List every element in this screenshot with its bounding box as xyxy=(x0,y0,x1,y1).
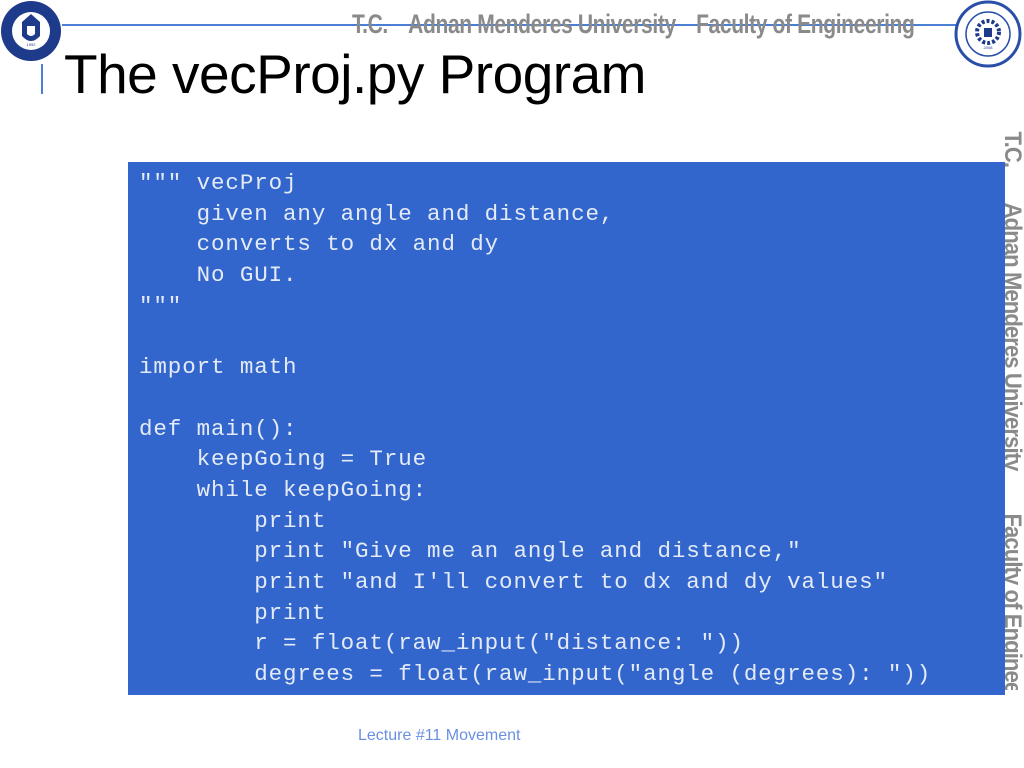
code-line: given any angle and distance, xyxy=(139,200,615,227)
slide-title: The vecProj.py Program xyxy=(64,43,647,105)
engineering-faculty-logo-icon: 2008 xyxy=(954,0,1022,68)
side-banner-faculty: Faculty of Engineering xyxy=(1004,513,1024,690)
institution-banner: T.C. Adnan Menderes University Faculty o… xyxy=(352,4,915,44)
code-line: print xyxy=(139,507,327,534)
code-line: degrees = float(raw_input("angle (degree… xyxy=(139,661,932,687)
code-line: No GUI. xyxy=(139,262,298,289)
code-line: """ vecProj xyxy=(139,170,298,196)
slide-footer: Lecture #11 Movement xyxy=(358,727,521,744)
code-line: import math xyxy=(139,354,298,381)
university-logo-icon: 1992 xyxy=(1,1,61,61)
banner-university: Adnan Menderes University xyxy=(408,8,676,39)
code-line: r = float(raw_input("distance: ")) xyxy=(139,630,744,657)
code-line: converts to dx and dy xyxy=(139,231,500,258)
code-line: print xyxy=(139,599,327,626)
svg-text:2008: 2008 xyxy=(984,45,994,50)
code-line: print "and I'll convert to dx and dy val… xyxy=(139,568,888,595)
side-institution-banner: T.C. Adnan Menderes University Faculty o… xyxy=(1004,130,1024,690)
svg-text:1992: 1992 xyxy=(27,42,37,47)
code-listing: """ vecProj given any angle and distance… xyxy=(128,162,1005,695)
banner-tc: T.C. xyxy=(352,8,388,39)
title-accent-tick xyxy=(41,64,43,94)
code-line: print "Give me an angle and distance," xyxy=(139,538,802,565)
code-line: while keepGoing: xyxy=(139,476,428,503)
code-line: def main(): xyxy=(139,415,298,442)
side-banner-university: Adnan Menderes University xyxy=(1004,202,1024,471)
code-line: keepGoing = True xyxy=(139,446,428,473)
side-banner-tc: T.C. xyxy=(1004,131,1024,168)
code-line: """ xyxy=(139,292,183,319)
banner-faculty: Faculty of Engineering xyxy=(696,8,915,39)
